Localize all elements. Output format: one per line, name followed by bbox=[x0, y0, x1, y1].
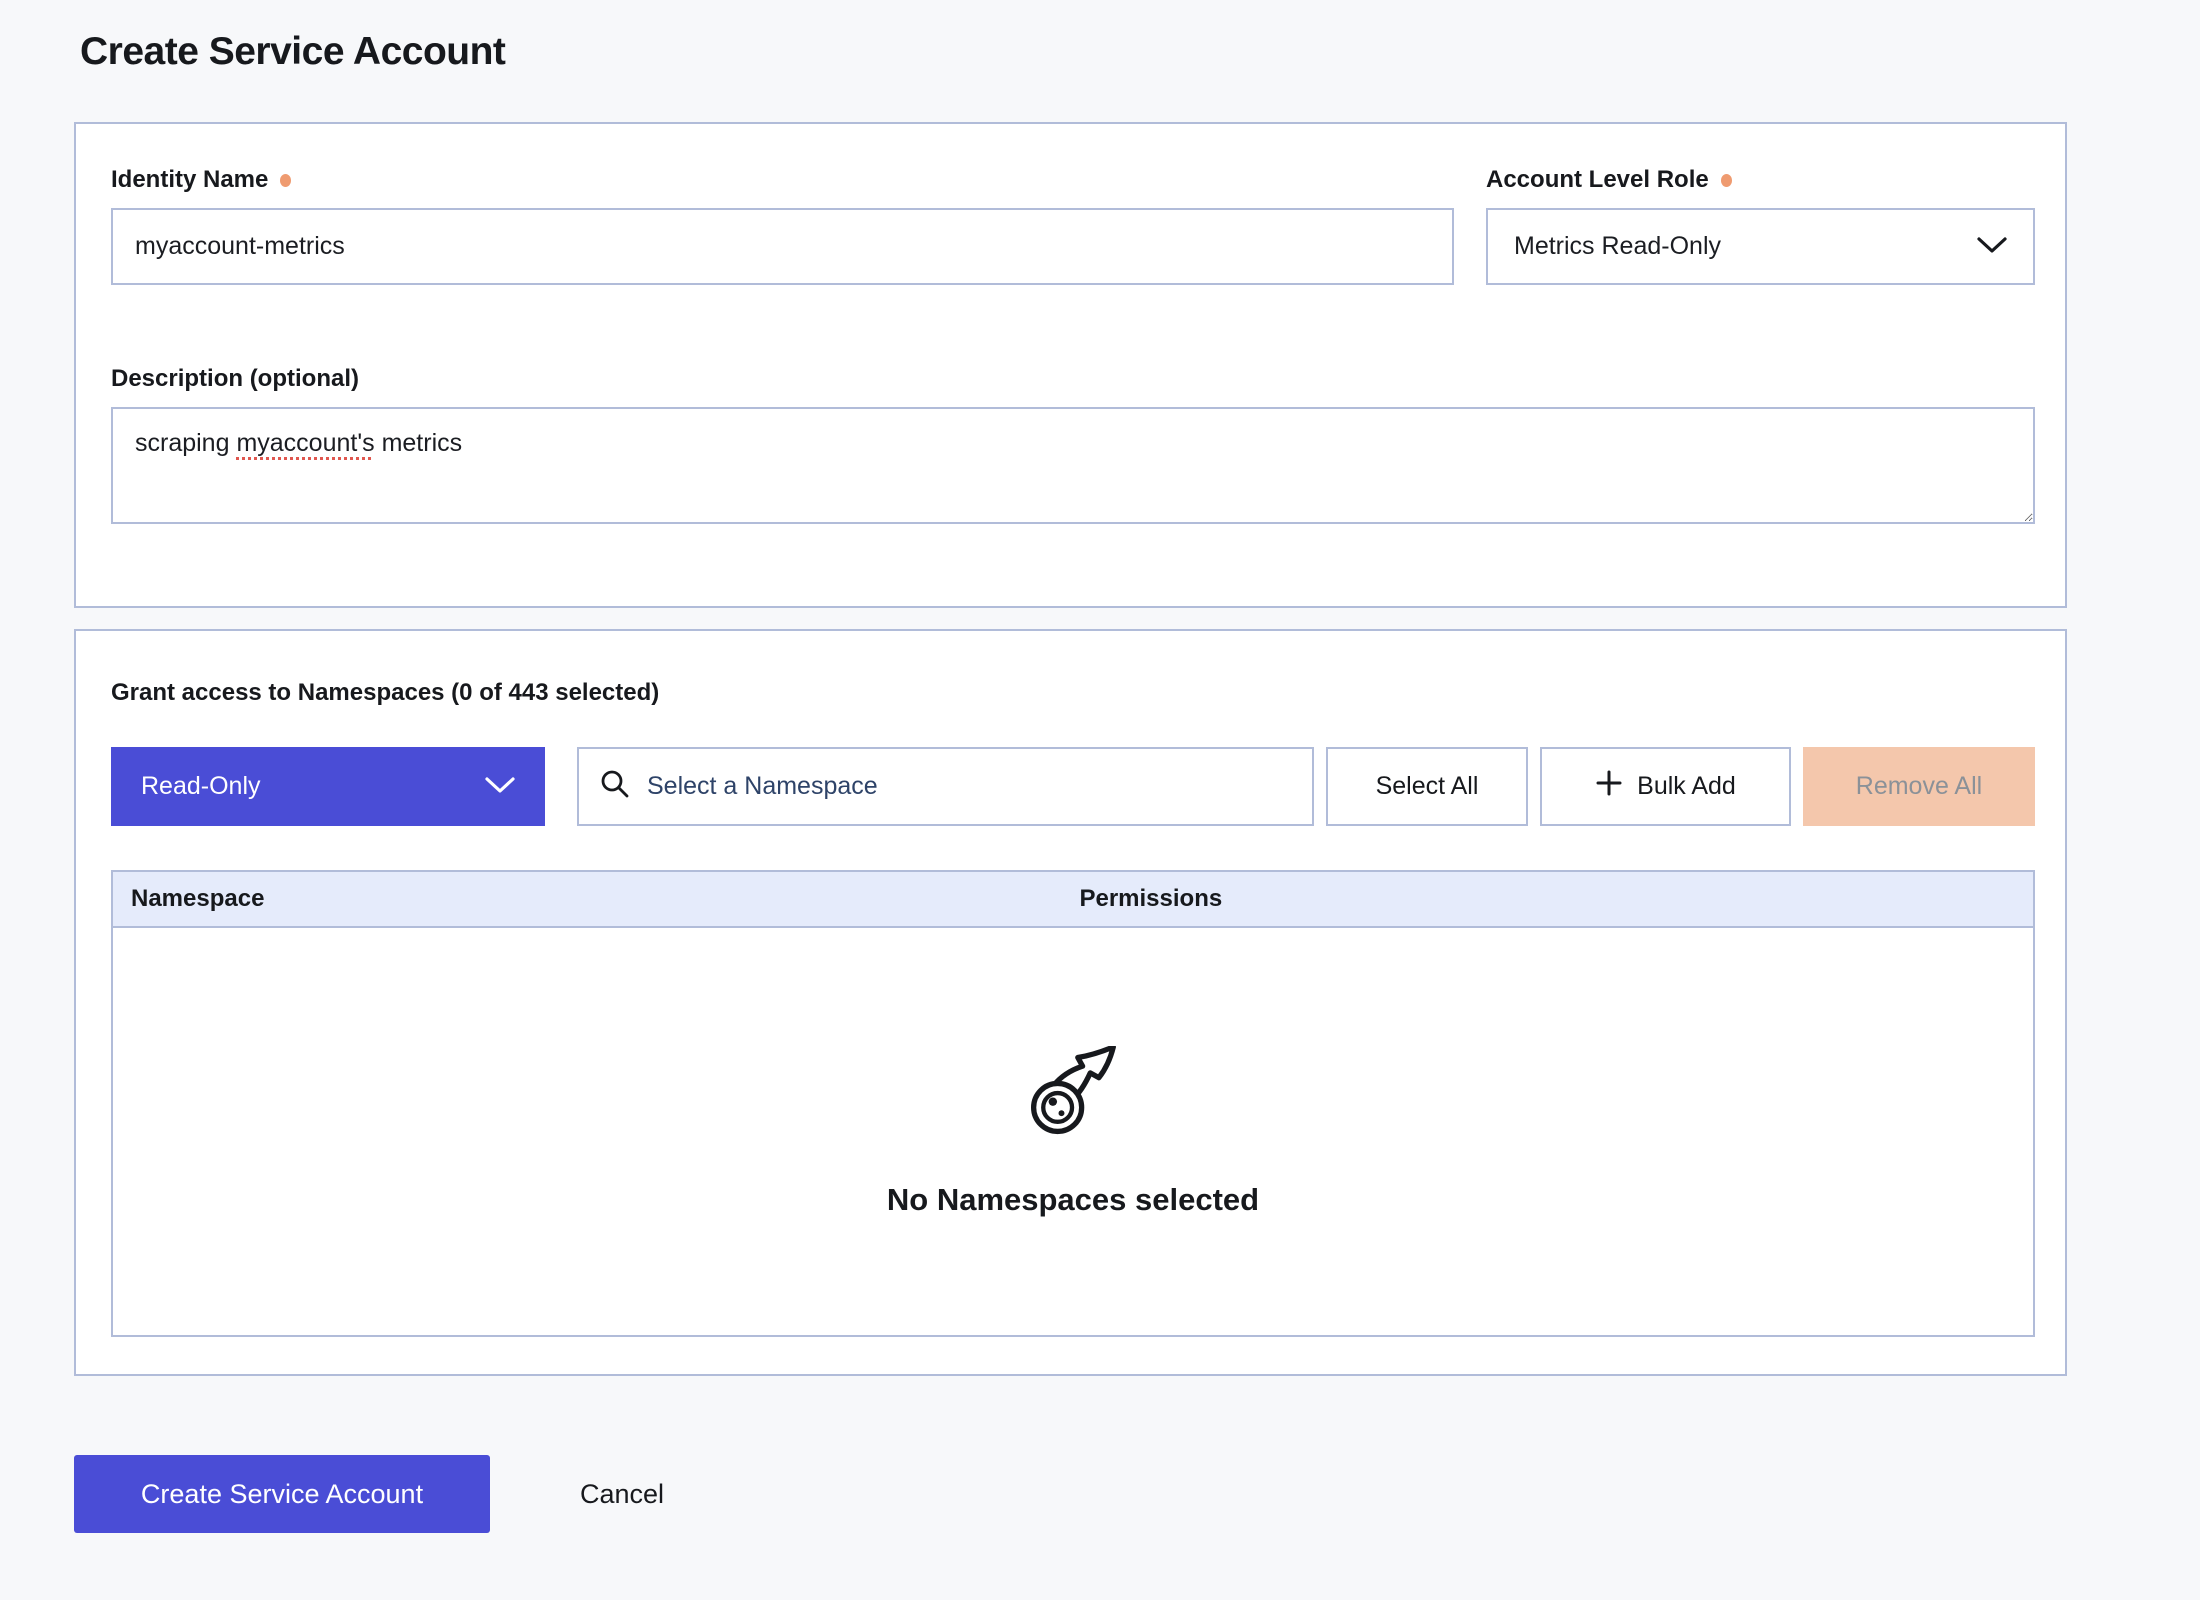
empty-state: No Namespaces selected bbox=[887, 1046, 1259, 1218]
account-role-selected-value: Metrics Read-Only bbox=[1514, 232, 1721, 261]
column-header-namespace: Namespace bbox=[113, 885, 1061, 913]
remove-all-label: Remove All bbox=[1856, 772, 1982, 801]
account-role-select[interactable]: Metrics Read-Only bbox=[1486, 208, 2035, 285]
namespaces-table: Namespace Permissions No Namespaces sele… bbox=[111, 870, 2035, 1337]
column-header-permissions: Permissions bbox=[1061, 885, 2033, 913]
description-textarea[interactable]: scraping myaccount's metrics bbox=[111, 407, 2035, 524]
account-role-label: Account Level Role bbox=[1486, 166, 2035, 194]
description-text-part: scraping bbox=[135, 429, 236, 457]
comet-icon bbox=[1025, 1046, 1121, 1142]
remove-all-button[interactable]: Remove All bbox=[1803, 747, 2035, 826]
bulk-add-label: Bulk Add bbox=[1637, 772, 1736, 801]
description-label: Description (optional) bbox=[111, 365, 2035, 393]
page-title: Create Service Account bbox=[0, 0, 2200, 74]
identity-details-card: Identity Name Account Level Role Metrics… bbox=[74, 122, 2067, 608]
search-icon bbox=[599, 768, 631, 805]
identity-name-label: Identity Name bbox=[111, 166, 1454, 194]
account-role-label-text: Account Level Role bbox=[1486, 166, 1709, 194]
identity-name-label-text: Identity Name bbox=[111, 166, 268, 194]
description-text-part: metrics bbox=[375, 429, 463, 457]
grant-namespaces-card: Grant access to Namespaces (0 of 443 sel… bbox=[74, 629, 2067, 1376]
namespace-controls-row: Read-Only Select All Bulk Add Remove All bbox=[111, 747, 2035, 826]
select-all-button[interactable]: Select All bbox=[1326, 747, 1528, 826]
required-dot-icon bbox=[280, 174, 291, 187]
namespace-search-box[interactable] bbox=[577, 747, 1314, 826]
empty-state-text: No Namespaces selected bbox=[887, 1182, 1259, 1218]
namespace-search-input[interactable] bbox=[645, 771, 1292, 802]
description-label-text: Description (optional) bbox=[111, 365, 359, 393]
chevron-down-icon bbox=[485, 772, 515, 801]
create-service-account-button[interactable]: Create Service Account bbox=[74, 1455, 490, 1533]
permission-role-value: Read-Only bbox=[141, 772, 261, 801]
cancel-button[interactable]: Cancel bbox=[560, 1469, 684, 1520]
namespaces-table-body: No Namespaces selected bbox=[113, 928, 2033, 1335]
namespaces-table-header: Namespace Permissions bbox=[113, 872, 2033, 928]
description-misspelled-word: myaccount's bbox=[236, 429, 374, 457]
footer-actions: Create Service Account Cancel bbox=[74, 1455, 2200, 1533]
plus-icon bbox=[1595, 769, 1623, 804]
permission-role-dropdown[interactable]: Read-Only bbox=[111, 747, 545, 826]
required-dot-icon bbox=[1721, 174, 1732, 187]
identity-name-input[interactable] bbox=[111, 208, 1454, 285]
grant-namespaces-heading: Grant access to Namespaces (0 of 443 sel… bbox=[111, 679, 2035, 707]
select-all-label: Select All bbox=[1376, 772, 1479, 801]
chevron-down-icon bbox=[1977, 232, 2007, 261]
bulk-add-button[interactable]: Bulk Add bbox=[1540, 747, 1791, 826]
